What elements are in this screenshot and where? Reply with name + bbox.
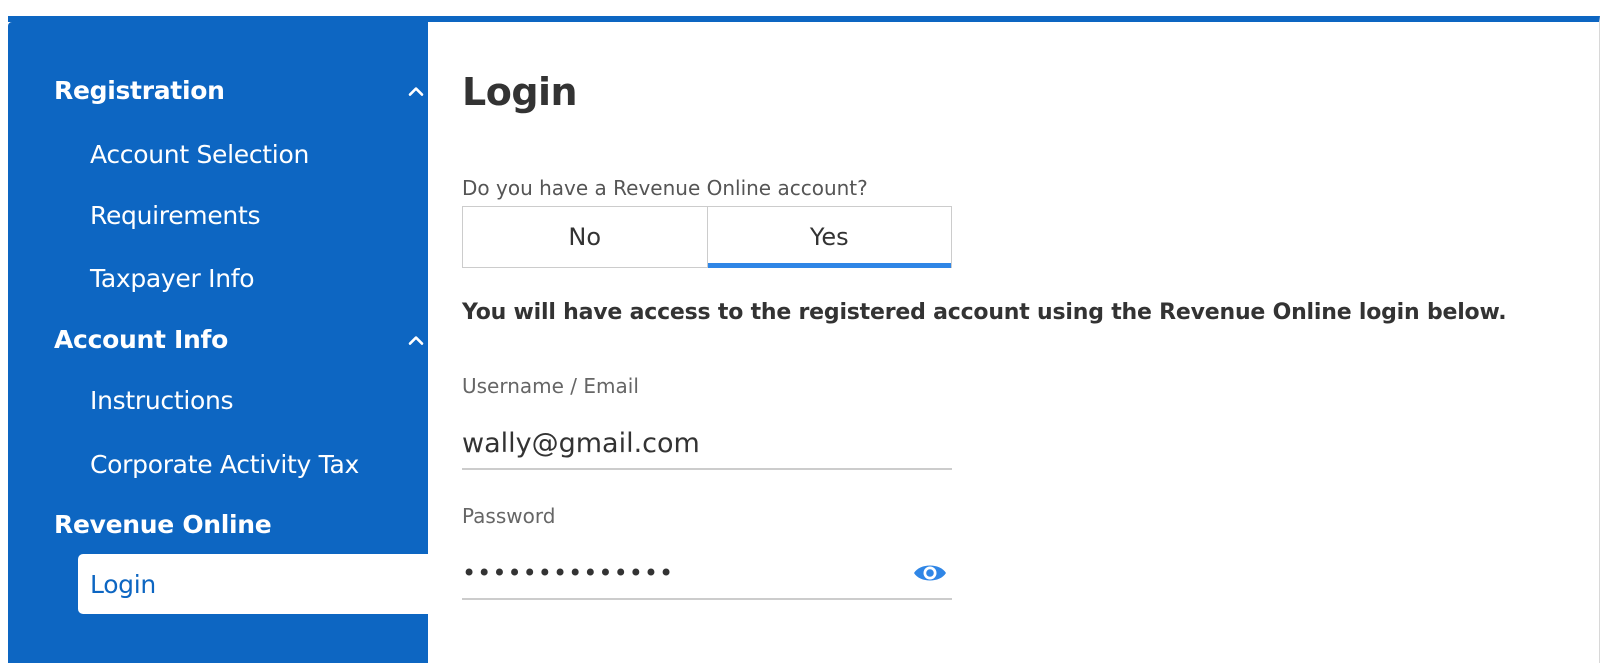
- sidebar-item-login[interactable]: Login: [78, 554, 438, 614]
- username-input[interactable]: [462, 427, 902, 459]
- sidebar-item-account-selection[interactable]: Account Selection: [90, 134, 309, 174]
- sidebar-nav: Registration Account Selection Requireme…: [8, 22, 438, 663]
- sidebar-section-revenue-online[interactable]: Revenue Online: [54, 504, 424, 544]
- chevron-up-icon[interactable]: [408, 84, 424, 100]
- sidebar-item-label: Login: [90, 569, 156, 599]
- chevron-up-icon[interactable]: [408, 333, 424, 349]
- password-label: Password: [462, 504, 556, 528]
- sidebar-item-label: Requirements: [90, 200, 261, 230]
- username-label: Username / Email: [462, 374, 639, 398]
- sidebar-item-label: Instructions: [90, 385, 234, 415]
- page-frame: Registration Account Selection Requireme…: [8, 16, 1600, 663]
- toggle-yes-button[interactable]: Yes: [707, 207, 951, 268]
- sidebar-section-registration[interactable]: Registration: [54, 70, 424, 110]
- password-field-wrapper: ••••••••••••••: [462, 548, 952, 600]
- password-input[interactable]: ••••••••••••••: [462, 559, 674, 587]
- sidebar-item-instructions[interactable]: Instructions: [90, 380, 234, 420]
- account-toggle: No Yes: [462, 206, 952, 268]
- sidebar-section-label: Registration: [54, 75, 225, 105]
- sidebar-item-requirements[interactable]: Requirements: [90, 195, 261, 235]
- page-title: Login: [462, 70, 578, 114]
- eye-icon[interactable]: [912, 561, 948, 585]
- sidebar-section-account-info[interactable]: Account Info: [54, 319, 424, 359]
- sidebar-item-label: Account Selection: [90, 139, 309, 169]
- sidebar-item-label: Corporate Activity Tax: [90, 449, 360, 479]
- sidebar-section-label: Account Info: [54, 324, 228, 354]
- account-question-label: Do you have a Revenue Online account?: [462, 176, 868, 200]
- sidebar-section-label: Revenue Online: [54, 509, 272, 539]
- toggle-no-button[interactable]: No: [463, 207, 708, 267]
- username-field-wrapper: [462, 418, 952, 470]
- sidebar-item-taxpayer-info[interactable]: Taxpayer Info: [90, 258, 255, 298]
- sidebar-item-corporate-activity-tax[interactable]: Corporate Activity Tax: [90, 444, 359, 484]
- main-content: Login Do you have a Revenue Online accou…: [428, 22, 1599, 663]
- sidebar-item-label: Taxpayer Info: [90, 263, 255, 293]
- access-notice: You will have access to the registered a…: [462, 300, 1507, 325]
